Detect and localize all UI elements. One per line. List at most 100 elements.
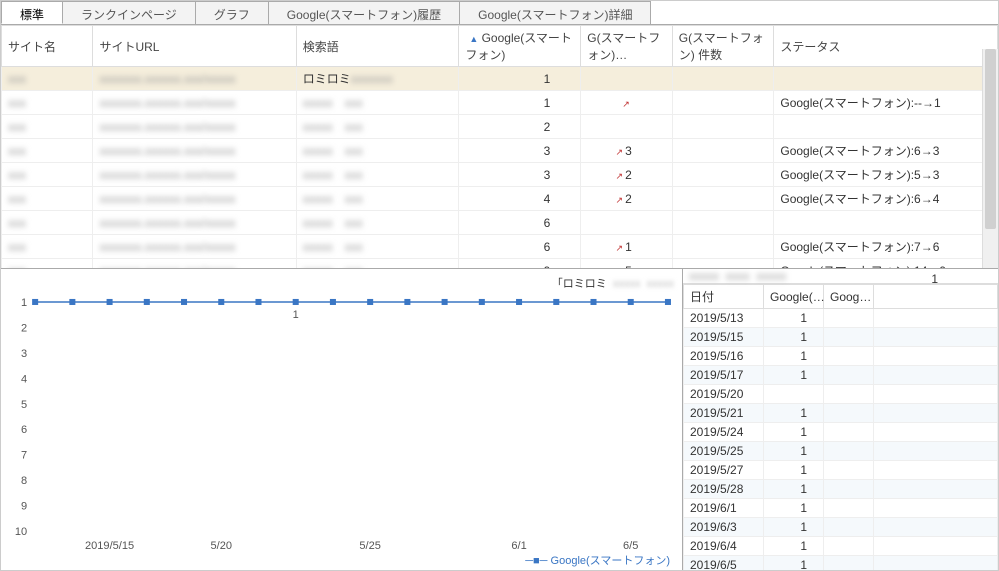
sort-asc-icon: ▲ bbox=[465, 34, 478, 44]
history-row[interactable]: 2019/5/251 bbox=[684, 442, 998, 461]
cell-google: 3 bbox=[459, 163, 581, 187]
history-row[interactable]: 2019/6/31 bbox=[684, 518, 998, 537]
cell-status bbox=[774, 211, 998, 235]
col-header-google[interactable]: ▲ Google(スマートフォン) bbox=[459, 26, 581, 67]
svg-text:6: 6 bbox=[21, 424, 27, 436]
table-row[interactable]: xxxxxxxxxx.xxxxxx.xxx/xxxxxxxxxx xxx9↗5G… bbox=[2, 259, 998, 270]
table-row[interactable]: xxxxxxxxxx.xxxxxx.xxx/xxxxxxxxxx xxx3↗3G… bbox=[2, 139, 998, 163]
history-cell-empty bbox=[874, 404, 998, 423]
cell-url: xxxxxxx.xxxxxx.xxx/xxxxx bbox=[93, 235, 296, 259]
col-header-gsp[interactable]: G(スマートフォン)… bbox=[581, 26, 672, 67]
svg-text:7: 7 bbox=[21, 450, 27, 462]
history-row[interactable]: 2019/5/281 bbox=[684, 480, 998, 499]
svg-text:6/1: 6/1 bbox=[511, 540, 526, 552]
history-cell-goog bbox=[824, 404, 874, 423]
vertical-scrollbar[interactable] bbox=[982, 49, 998, 268]
history-cell-goog bbox=[824, 461, 874, 480]
history-cell-google: 1 bbox=[764, 328, 824, 347]
cell-site: xxx bbox=[2, 187, 93, 211]
cell-google: 6 bbox=[459, 211, 581, 235]
scrollbar-thumb[interactable] bbox=[985, 49, 996, 229]
history-row[interactable]: 2019/6/11 bbox=[684, 499, 998, 518]
history-cell-date: 2019/6/1 bbox=[684, 499, 764, 518]
history-cell-empty bbox=[874, 366, 998, 385]
cell-gsp: ↗1 bbox=[581, 235, 672, 259]
col-header-keyword[interactable]: 検索語 bbox=[296, 26, 459, 67]
cell-url: xxxxxxx.xxxxxx.xxx/xxxxx bbox=[93, 259, 296, 270]
tab-standard[interactable]: 標準 bbox=[1, 1, 63, 24]
tab-google-sp-history[interactable]: Google(スマートフォン)履歴 bbox=[268, 1, 460, 24]
arrow-up-icon: ↗ bbox=[616, 171, 624, 181]
col-header-site[interactable]: サイト名 bbox=[2, 26, 93, 67]
history-row[interactable]: 2019/6/41 bbox=[684, 537, 998, 556]
svg-text:4: 4 bbox=[21, 373, 27, 385]
history-col-goog[interactable]: Goog… bbox=[824, 285, 874, 309]
history-cell-google: 1 bbox=[764, 347, 824, 366]
cell-site: xxx bbox=[2, 259, 93, 270]
cell-status: Google(スマートフォン):6→4 bbox=[774, 187, 998, 211]
history-row[interactable]: 2019/5/241 bbox=[684, 423, 998, 442]
history-cell-empty bbox=[874, 385, 998, 404]
history-cell-google: 1 bbox=[764, 499, 824, 518]
table-row[interactable]: xxxxxxxxxx.xxxxxx.xxx/xxxxxxxxxx xxx4↗2G… bbox=[2, 187, 998, 211]
history-cell-goog bbox=[824, 347, 874, 366]
cell-gsp: ↗3 bbox=[581, 139, 672, 163]
history-row[interactable]: 2019/5/211 bbox=[684, 404, 998, 423]
svg-text:8: 8 bbox=[21, 475, 27, 487]
history-cell-goog bbox=[824, 537, 874, 556]
history-cell-goog bbox=[824, 423, 874, 442]
svg-text:5/25: 5/25 bbox=[359, 540, 380, 552]
history-cell-google: 1 bbox=[764, 480, 824, 499]
cell-google: 2 bbox=[459, 115, 581, 139]
cell-site: xxx bbox=[2, 235, 93, 259]
history-cell-google: 1 bbox=[764, 537, 824, 556]
table-row[interactable]: xxxxxxxxxx.xxxxxx.xxx/xxxxxxxxxx xxx6↗1G… bbox=[2, 235, 998, 259]
history-cell-date: 2019/6/4 bbox=[684, 537, 764, 556]
history-cell-empty bbox=[874, 461, 998, 480]
history-row[interactable]: 2019/5/131 bbox=[684, 309, 998, 328]
cell-keyword: xxxxx xxx bbox=[296, 139, 459, 163]
history-cell-goog bbox=[824, 499, 874, 518]
svg-text:1: 1 bbox=[21, 297, 27, 309]
table-row[interactable]: xxxxxxxxxx.xxxxxx.xxx/xxxxxxxxxx xxx6 bbox=[2, 211, 998, 235]
history-cell-google: 1 bbox=[764, 404, 824, 423]
cell-gsp bbox=[581, 67, 672, 91]
history-row[interactable]: 2019/5/151 bbox=[684, 328, 998, 347]
col-header-url[interactable]: サイトURL bbox=[93, 26, 296, 67]
cell-keyword: xxxxx xxx bbox=[296, 91, 459, 115]
table-row[interactable]: xxxxxxxxxx.xxxxxx.xxx/xxxxxxxxxx xxx2 bbox=[2, 115, 998, 139]
table-row[interactable]: xxxxxxxxxx.xxxxxx.xxx/xxxxxロミロミxxxxxxx1 bbox=[2, 67, 998, 91]
cell-url: xxxxxxx.xxxxxx.xxx/xxxxx bbox=[93, 115, 296, 139]
cell-count bbox=[672, 211, 774, 235]
history-cell-google: 1 bbox=[764, 442, 824, 461]
cell-status: Google(スマートフォン):--→1 bbox=[774, 91, 998, 115]
tab-graph[interactable]: グラフ bbox=[195, 1, 269, 24]
history-row[interactable]: 2019/5/20 bbox=[684, 385, 998, 404]
history-row[interactable]: 2019/5/271 bbox=[684, 461, 998, 480]
history-preview-row: xxxxx xxxx xxxxx 1 bbox=[683, 269, 998, 284]
history-cell-google: 1 bbox=[764, 556, 824, 571]
cell-google: 4 bbox=[459, 187, 581, 211]
cell-count bbox=[672, 115, 774, 139]
table-row[interactable]: xxxxxxxxxx.xxxxxx.xxx/xxxxxxxxxx xxx3↗2G… bbox=[2, 163, 998, 187]
history-cell-date: 2019/5/15 bbox=[684, 328, 764, 347]
cell-site: xxx bbox=[2, 91, 93, 115]
table-row[interactable]: xxxxxxxxxx.xxxxxx.xxx/xxxxxxxxxx xxx1↗Go… bbox=[2, 91, 998, 115]
history-row[interactable]: 2019/6/51 bbox=[684, 556, 998, 571]
history-row[interactable]: 2019/5/161 bbox=[684, 347, 998, 366]
history-cell-goog bbox=[824, 480, 874, 499]
svg-text:2: 2 bbox=[21, 322, 27, 334]
cell-google: 3 bbox=[459, 139, 581, 163]
tab-google-sp-detail[interactable]: Google(スマートフォン)詳細 bbox=[459, 1, 651, 24]
tab-rankin-page[interactable]: ランクインページ bbox=[62, 1, 196, 24]
history-row[interactable]: 2019/5/171 bbox=[684, 366, 998, 385]
arrow-up-icon: ↗ bbox=[616, 243, 624, 253]
cell-gsp: ↗5 bbox=[581, 259, 672, 270]
col-header-count[interactable]: G(スマートフォン) 件数 bbox=[672, 26, 774, 67]
history-col-google[interactable]: Google(… bbox=[764, 285, 824, 309]
history-cell-date: 2019/6/3 bbox=[684, 518, 764, 537]
cell-count bbox=[672, 139, 774, 163]
cell-google: 6 bbox=[459, 235, 581, 259]
col-header-status[interactable]: ステータス bbox=[774, 26, 998, 67]
history-col-date[interactable]: 日付 bbox=[684, 285, 764, 309]
